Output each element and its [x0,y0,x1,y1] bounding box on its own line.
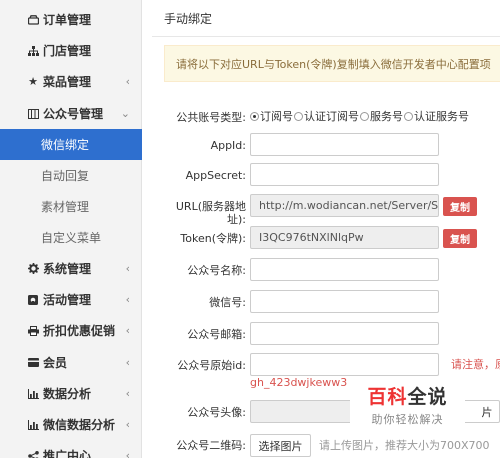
bar-chart-icon [27,388,39,400]
sidebar-subitem-wechat-binding[interactable]: 微信绑定 [0,129,142,160]
chevron-left-icon: ‹ [125,74,130,88]
sidebar-item-promotions[interactable]: 折扣优惠促销 ‹ [0,315,142,346]
radio-label: 订阅号 [260,110,293,123]
appid-label: AppId: [210,139,246,152]
sidebar-item-label: 菜品管理 [43,75,92,89]
sidebar-item-label: 会员 [43,356,68,370]
github-icon [27,294,39,306]
sidebar-item-label: 活动管理 [43,293,92,307]
account-email-label: 公众号邮箱: [187,328,246,341]
radio-verified-subscription[interactable]: 认证订阅号 [294,108,359,124]
sidebar-item-label: 系统管理 [43,262,92,276]
sidebar-item-promotion-center[interactable]: 推广中心 ‹ [0,440,142,458]
sidebar-item-data-analysis[interactable]: 数据分析 ‹ [0,378,142,409]
original-id-example: gh_423dwjkeww3 [250,376,348,389]
original-id-input[interactable] [250,353,439,376]
qrcode-label: 公众号二维码: [176,439,246,452]
sidebar-item-dishes[interactable]: ★ 菜品管理 ‹ [0,66,142,97]
radio-dot[interactable] [250,111,259,121]
radio-dot[interactable] [360,111,369,121]
chevron-left-icon: ‹ [125,386,130,400]
sitemap-icon [27,45,39,57]
avatar-button-label: 片 [481,405,493,419]
qrcode-select-button[interactable]: 选择图片 [250,434,311,457]
print-icon [27,325,39,337]
radio-dot[interactable] [294,111,303,121]
sidebar-subitem-label: 自动回复 [41,169,90,183]
sidebar-subitem-label: 微信绑定 [41,138,90,152]
appsecret-input[interactable] [250,163,439,186]
copy-url-button[interactable]: 复制 [443,197,477,216]
sidebar-item-label: 数据分析 [43,387,92,401]
appid-input[interactable] [250,133,439,156]
page-title: 手动绑定 [164,12,213,26]
copy-token-button[interactable]: 复制 [443,229,477,248]
sidebar-item-system[interactable]: 系统管理 ‹ [0,253,142,284]
columns-icon [27,108,39,120]
account-type-radio-group: 订阅号 认证订阅号 服务号 认证服务号 [250,108,470,124]
watermark-logo: 百科全说 助你轻松解决 [350,376,465,432]
radio-label: 服务号 [370,110,403,123]
original-id-warning: 请注意，原 [451,358,500,371]
radio-subscription[interactable]: 订阅号 [250,108,293,124]
divider [152,36,500,37]
watermark-slogan: 助你轻松解决 [371,412,444,426]
sidebar-subitem-materials[interactable]: 素材管理 [0,191,142,222]
avatar-path-field [250,400,360,423]
share-icon [27,450,39,458]
account-name-input[interactable] [250,258,439,281]
url-label-line1: URL(服务器地 [175,200,246,213]
sidebar-item-members[interactable]: 会员 ‹ [0,347,142,378]
wechat-id-input[interactable] [250,290,439,313]
sidebar-item-official-account[interactable]: 公众号管理 ⌄ [0,98,142,129]
url-label-line2: 址): [227,213,246,226]
sidebar-item-label: 折扣优惠促销 [43,324,116,338]
sidebar-item-wechat-data-analysis[interactable]: 微信数据分析 ‹ [0,409,142,440]
sidebar-subitem-custom-menu[interactable]: 自定义菜单 [0,222,142,253]
url-field[interactable]: http://m.wodiancan.net/Server/Server [250,194,439,217]
radio-label: 认证服务号 [414,110,469,123]
avatar-label: 公众号头像: [187,406,246,419]
sidebar: 订单管理 门店管理 ★ 菜品管理 ‹ 公众号管理 ⌄ 微信绑定 自动回复 素材管 [0,0,142,458]
sidebar-item-label: 订单管理 [43,13,92,27]
wechat-id-label: 微信号: [209,296,246,309]
radio-service[interactable]: 服务号 [360,108,403,124]
original-id-label: 公众号原始id: [177,359,246,372]
sidebar-subitem-label: 自定义菜单 [41,231,102,245]
radio-verified-service[interactable]: 认证服务号 [404,108,469,124]
token-label: Token(令牌): [180,232,246,245]
watermark-title: 百科全说 [367,385,448,408]
sidebar-item-label: 公众号管理 [43,107,104,121]
cog-icon [27,263,39,275]
star-icon: ★ [28,75,38,88]
card-icon [27,357,39,369]
account-email-input[interactable] [250,322,439,345]
notice-alert: 请将以下对应URL与Token(令牌)复制填入微信开发者中心配置项 [164,45,500,82]
sidebar-item-stores[interactable]: 门店管理 [0,35,142,66]
token-field[interactable]: I3QC976tNXlNlqPw [250,226,439,249]
sidebar-subitem-label: 素材管理 [41,200,90,214]
sidebar-item-label: 推广中心 [43,449,92,458]
bar-chart-icon [27,419,39,431]
notice-text: 请将以下对应URL与Token(令牌)复制填入微信开发者中心配置项 [176,57,491,71]
url-label: URL(服务器地 址): [122,200,246,226]
sidebar-item-label: 门店管理 [43,44,92,58]
sidebar-item-orders[interactable]: 订单管理 [0,4,142,35]
account-type-label: 公共账号类型: [176,111,246,124]
chevron-left-icon: ‹ [125,417,130,431]
qrcode-help-text: 请上传图片，推荐大小为700X700 [319,439,490,452]
sidebar-subitem-auto-reply[interactable]: 自动回复 [0,160,142,191]
appsecret-label: AppSecret: [185,169,246,182]
radio-dot[interactable] [404,111,413,121]
radio-label: 认证订阅号 [304,110,359,123]
account-name-label: 公众号名称: [187,264,246,277]
sidebar-item-activities[interactable]: 活动管理 ‹ [0,284,142,315]
sidebar-item-label: 微信数据分析 [43,418,116,432]
drive-icon [27,14,39,26]
